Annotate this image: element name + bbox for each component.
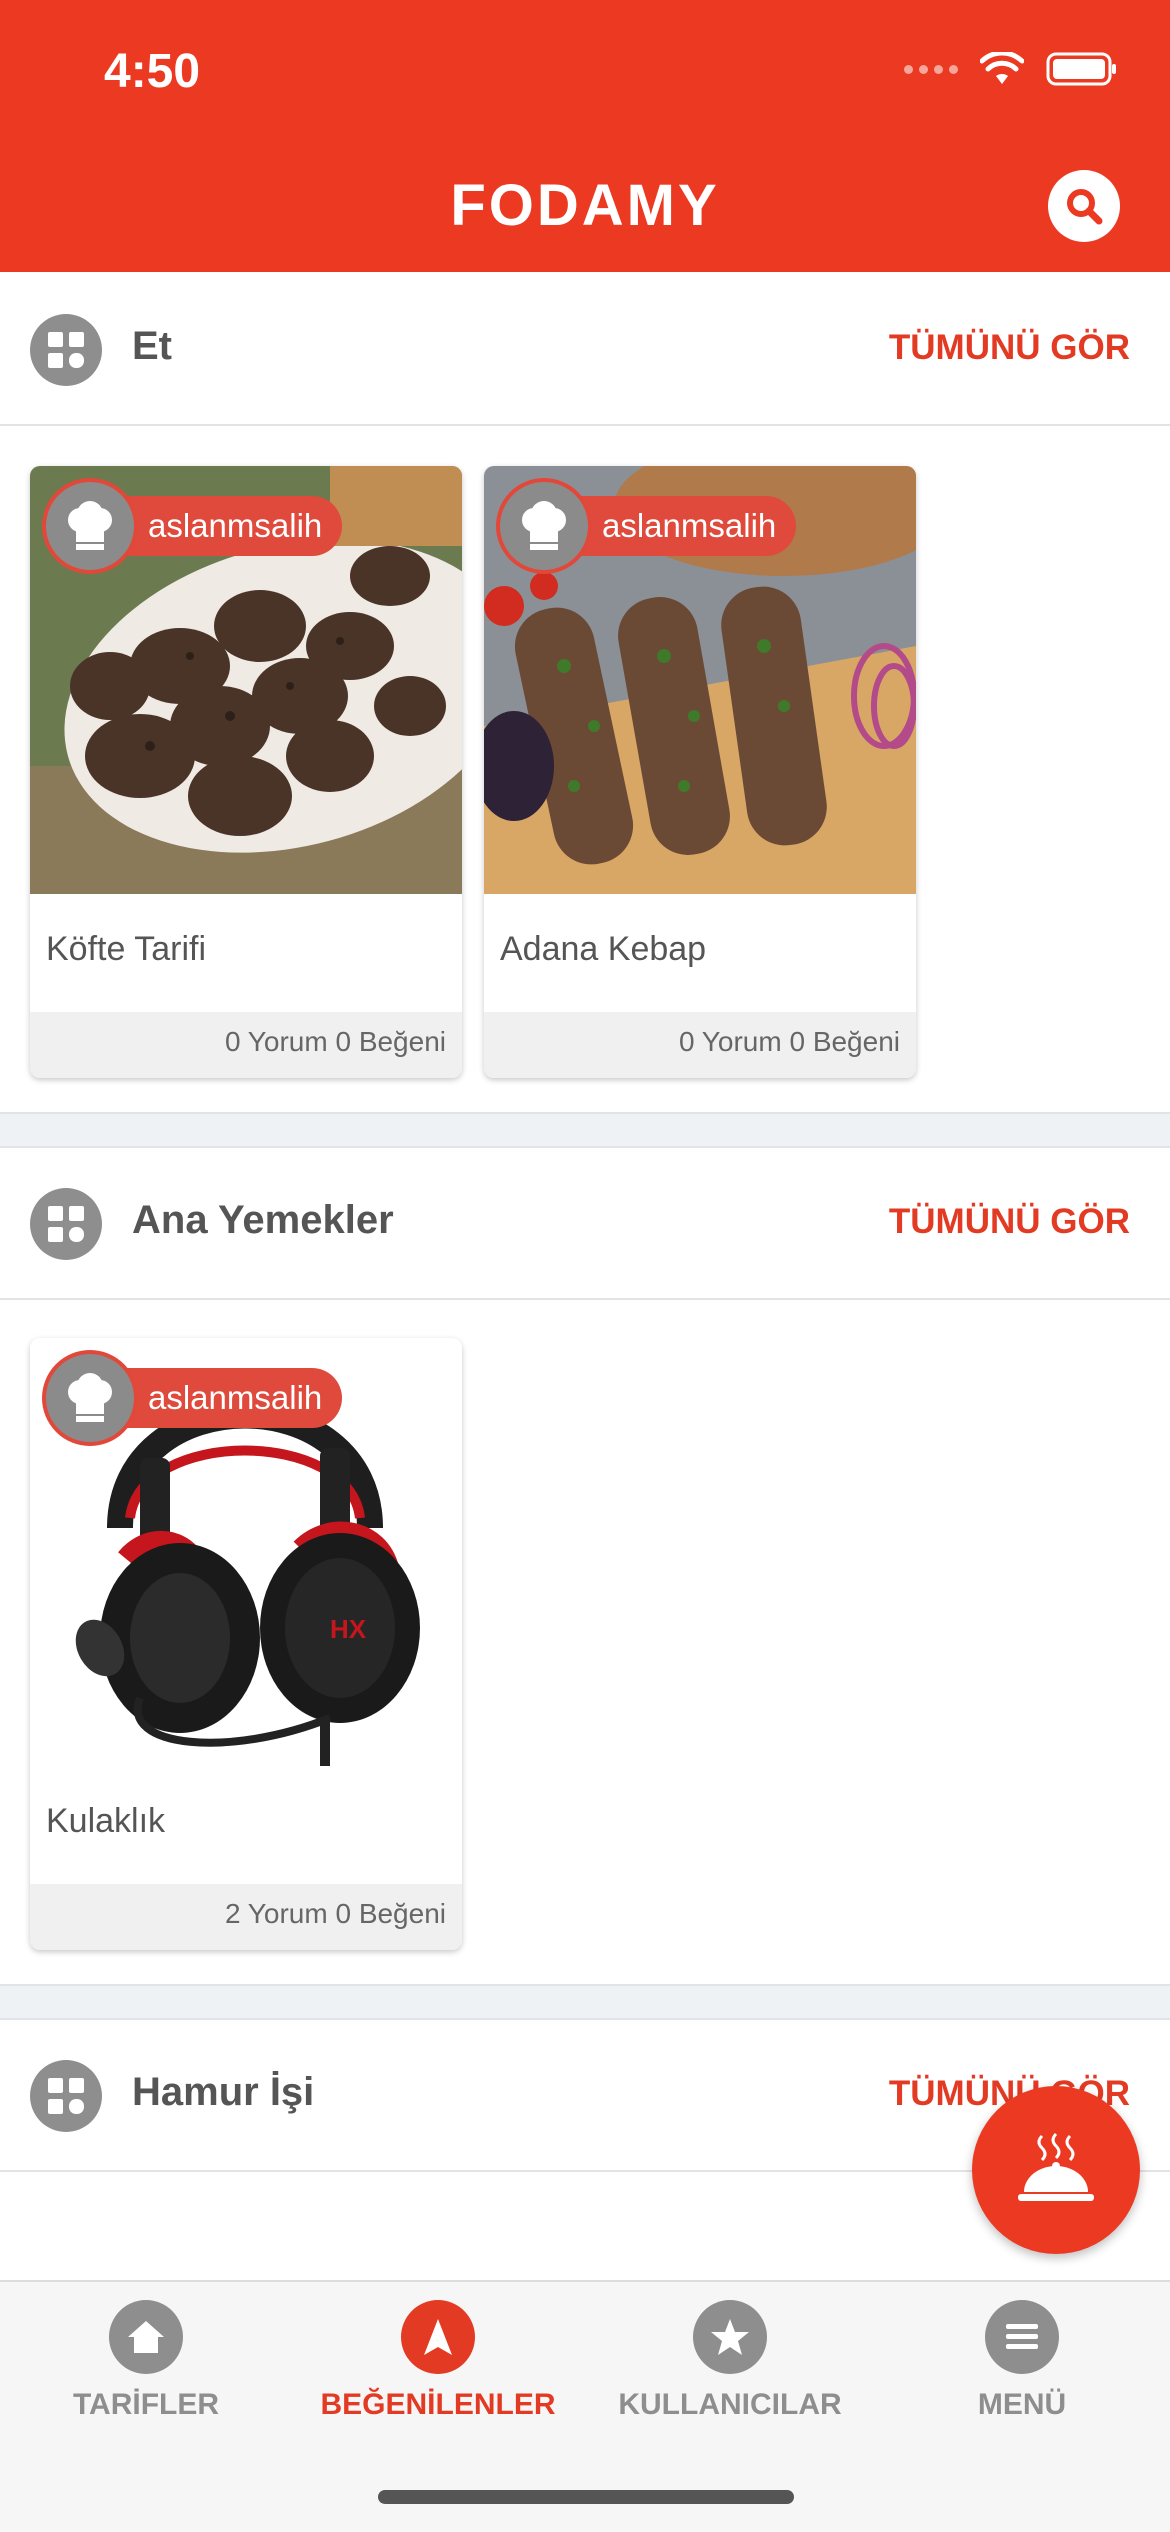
tab-label: MENÜ bbox=[977, 2388, 1067, 2421]
recipe-title: Adana Kebap bbox=[500, 930, 707, 968]
recipe-stats: 2 Yorum 0 Beğeni bbox=[224, 1898, 446, 1929]
recipe-card[interactable]: HX aslanmsalih Kulaklık 2 Yorum 0 Beğeni bbox=[30, 1338, 462, 1950]
author-name: aslanmsalih bbox=[562, 496, 797, 556]
status-time: 4:50 bbox=[104, 45, 201, 98]
home-indicator[interactable] bbox=[378, 2490, 794, 2504]
card-footer: 0 Yorum 0 Beğeni bbox=[484, 1012, 916, 1078]
chef-hat-icon bbox=[496, 478, 592, 574]
home-icon bbox=[109, 2300, 183, 2374]
recipe-stats: 0 Yorum 0 Beğeni bbox=[224, 1026, 446, 1057]
author-badge[interactable]: aslanmsalih bbox=[496, 478, 797, 574]
recipe-card[interactable]: aslanmsalih Adana Kebap 0 Yorum 0 Beğeni bbox=[484, 466, 916, 1078]
app-logo: FODAMY bbox=[450, 173, 720, 238]
section-divider bbox=[0, 1984, 1170, 2020]
tab-label: TARİFLER bbox=[72, 2388, 220, 2421]
recipe-card[interactable]: aslanmsalih Köfte Tarifi 0 Yorum 0 Beğen… bbox=[30, 466, 462, 1078]
author-badge[interactable]: aslanmsalih bbox=[42, 1350, 343, 1446]
section-header-ana-yemekler: Ana Yemekler TÜMÜNÜ GÖR bbox=[0, 1148, 1170, 1300]
tab-kullanicilar[interactable]: KULLANICILAR bbox=[584, 2300, 876, 2422]
add-recipe-button[interactable] bbox=[972, 2086, 1140, 2254]
search-button[interactable] bbox=[1048, 170, 1120, 242]
category-icon bbox=[30, 1188, 102, 1260]
author-name: aslanmsalih bbox=[108, 1368, 343, 1428]
svg-text:HX: HX bbox=[330, 1614, 367, 1644]
author-badge[interactable]: aslanmsalih bbox=[42, 478, 343, 574]
tab-label: BEĞENİLENLER bbox=[320, 2388, 556, 2421]
food-cloche-icon bbox=[1018, 2132, 1094, 2201]
signal-icon bbox=[904, 64, 958, 74]
section-header-et: Et TÜMÜNÜ GÖR bbox=[0, 274, 1170, 426]
recipe-title: Köfte Tarifi bbox=[46, 930, 207, 968]
chef-hat-icon bbox=[42, 1350, 138, 1446]
section-title: Hamur İşi bbox=[132, 2070, 315, 2114]
app-header: 4:50 FODAMY bbox=[0, 0, 1170, 272]
section-divider bbox=[0, 1112, 1170, 1148]
category-icon bbox=[30, 2060, 102, 2132]
chef-hat-icon bbox=[42, 478, 138, 574]
tab-begenilenler[interactable]: BEĞENİLENLER bbox=[292, 2300, 584, 2422]
wifi-icon bbox=[980, 52, 1024, 84]
search-icon bbox=[1067, 189, 1103, 225]
category-icon bbox=[30, 314, 102, 386]
card-footer: 2 Yorum 0 Beğeni bbox=[30, 1884, 462, 1950]
tab-menu[interactable]: MENÜ bbox=[876, 2300, 1168, 2422]
recipe-stats: 0 Yorum 0 Beğeni bbox=[678, 1026, 900, 1057]
battery-icon bbox=[1046, 52, 1116, 86]
tab-tarifler[interactable]: TARİFLER bbox=[0, 2300, 292, 2422]
tab-label: KULLANICILAR bbox=[618, 2388, 842, 2421]
section-title: Ana Yemekler bbox=[132, 1198, 394, 1242]
recipe-title: Kulaklık bbox=[46, 1802, 166, 1840]
section-title: Et bbox=[132, 324, 172, 368]
compass-icon bbox=[401, 2300, 475, 2374]
card-footer: 0 Yorum 0 Beğeni bbox=[30, 1012, 462, 1078]
star-icon bbox=[693, 2300, 767, 2374]
status-indicators bbox=[904, 52, 1118, 86]
author-name: aslanmsalih bbox=[108, 496, 343, 556]
menu-icon bbox=[985, 2300, 1059, 2374]
see-all-link[interactable]: TÜMÜNÜ GÖR bbox=[889, 1202, 1130, 1242]
see-all-link[interactable]: TÜMÜNÜ GÖR bbox=[889, 328, 1130, 368]
